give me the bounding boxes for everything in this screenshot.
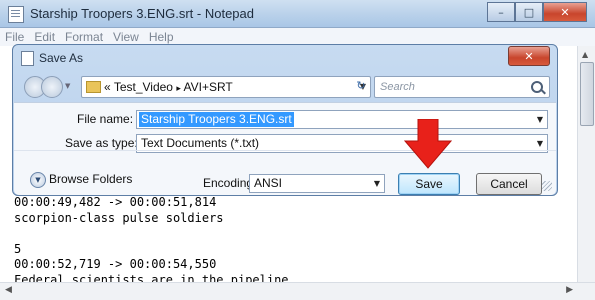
scroll-thumb[interactable] (580, 62, 594, 126)
dialog-body: File name: Starship Troopers 3.ENG.srt ▼… (14, 102, 556, 195)
scroll-right-icon[interactable]: ▶ (566, 285, 573, 295)
forward-button[interactable] (41, 76, 63, 98)
file-name-field[interactable]: Starship Troopers 3.ENG.srt ▼ (136, 110, 548, 129)
breadcrumb-avi-srt[interactable]: AVI+SRT (184, 80, 233, 94)
search-icon[interactable] (531, 81, 543, 93)
address-bar[interactable]: « Test_Video ▸ AVI+SRT ▼ (81, 76, 371, 98)
dialog-close-button[interactable]: ✕ (508, 46, 550, 66)
search-box[interactable]: Search (374, 76, 550, 98)
save-as-type-dropdown-icon[interactable]: ▼ (537, 139, 543, 148)
refresh-icon[interactable]: ↻ (351, 79, 371, 94)
file-name-label: File name: (77, 112, 134, 126)
save-as-type-value: Text Documents (*.txt) (141, 136, 260, 150)
folder-icon (86, 81, 101, 93)
cancel-button[interactable]: Cancel (476, 173, 542, 195)
close-button[interactable]: ✕ (543, 2, 587, 22)
breadcrumb-separator-icon[interactable]: ▸ (176, 83, 181, 93)
scroll-left-icon[interactable]: ◀ (5, 285, 12, 295)
window-controls: – □ ✕ (487, 2, 587, 22)
dialog-app-icon (21, 51, 34, 66)
encoding-dropdown-icon[interactable]: ▼ (374, 179, 380, 188)
notepad-text-area[interactable]: 00:00:49,482 -> 00:00:51,814 scorpion-cla… (14, 195, 346, 288)
encoding-value: ANSI (254, 176, 283, 190)
encoding-select[interactable]: ANSI ▼ (249, 174, 385, 193)
save-as-dialog: Save As ✕ ▼ « Test_Video ▸ AVI+SRT ▼ ↻ S… (12, 44, 558, 196)
dialog-title: Save As (39, 51, 84, 65)
save-as-type-label: Save as type: (65, 136, 138, 150)
red-arrow-icon (404, 119, 452, 169)
recent-pages-dropdown-icon[interactable]: ▼ (65, 82, 70, 90)
vertical-scrollbar[interactable]: ▲ (577, 46, 595, 282)
text-line: 00:00:52,719 -> 00:00:54,550 (14, 257, 217, 271)
notepad-title-bar: Starship Troopers 3.ENG.srt - Notepad – … (0, 0, 595, 28)
file-name-value: Starship Troopers 3.ENG.srt (139, 112, 294, 127)
address-overflow-chevron[interactable]: « (104, 80, 111, 94)
breadcrumb-test-video[interactable]: Test_Video (114, 80, 173, 94)
minimize-button[interactable]: – (487, 2, 515, 22)
text-line: scorpion-class pulse soldiers (14, 210, 224, 225)
divider (14, 150, 556, 151)
text-line: 00:00:49,482 -> 00:00:51,814 (14, 195, 217, 209)
save-button[interactable]: Save (398, 173, 460, 195)
maximize-button[interactable]: □ (515, 2, 543, 22)
scroll-up-icon[interactable]: ▲ (582, 50, 588, 59)
text-line (14, 226, 346, 242)
text-line: 5 (14, 241, 22, 256)
search-input[interactable]: Search (380, 81, 415, 93)
notepad-app-icon (8, 6, 24, 23)
address-path: « Test_Video ▸ AVI+SRT (104, 80, 233, 94)
horizontal-scrollbar[interactable]: ◀ ▶ (0, 282, 595, 300)
notepad-window-title: Starship Troopers 3.ENG.srt - Notepad (30, 6, 254, 21)
browse-folders-label[interactable]: Browse Folders (49, 172, 132, 186)
file-name-dropdown-icon[interactable]: ▼ (537, 115, 543, 124)
resize-grip[interactable] (542, 181, 552, 191)
browse-folders-chevron-icon[interactable]: ▼ (30, 172, 46, 188)
